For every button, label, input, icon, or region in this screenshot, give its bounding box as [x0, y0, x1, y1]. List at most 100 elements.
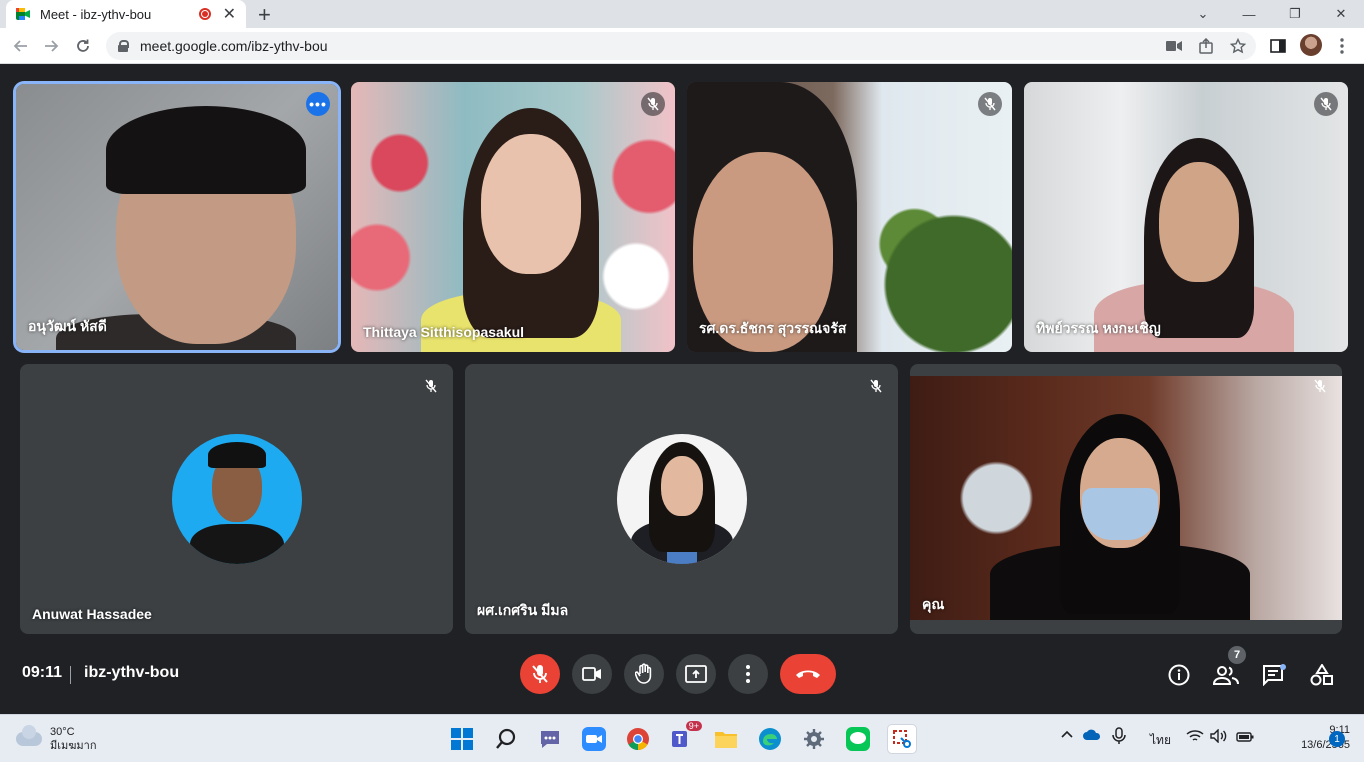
people-icon [1213, 666, 1239, 685]
teams-app-button[interactable]: 9+ [668, 721, 702, 753]
zoom-icon [582, 727, 606, 751]
arrow-left-icon [13, 40, 27, 52]
volume-icon[interactable] [1210, 728, 1228, 746]
notification-badge[interactable]: 1 [1329, 731, 1345, 747]
avatar [171, 434, 302, 564]
show-hidden-icons-button[interactable] [1060, 727, 1074, 744]
teams-chat-icon [541, 731, 559, 748]
present-screen-button[interactable] [676, 654, 716, 694]
cloud-icon [16, 725, 42, 746]
close-window-button[interactable]: ✕ [1318, 0, 1364, 28]
participant-tile[interactable]: ••• อนุวัฒน์ หัสดี [16, 84, 338, 350]
participant-tile[interactable]: คุณ [910, 364, 1342, 634]
muted-mic-icon [419, 374, 443, 398]
reload-button[interactable] [70, 33, 96, 59]
participant-tile[interactable]: Thittaya Sitthisopasakul [351, 82, 675, 352]
more-vert-icon [746, 665, 750, 683]
shapes-icon [1310, 664, 1333, 686]
input-language[interactable]: ไทย [1150, 731, 1171, 750]
chat-button[interactable] [1261, 662, 1287, 688]
browser-toolbar: meet.google.com/ibz-ythv-bou [0, 28, 1364, 64]
participant-name: ทิพย์วรรณ หงกะเชิญ [1036, 320, 1161, 336]
meeting-details-button[interactable] [1166, 662, 1192, 688]
camera-icon [582, 667, 601, 681]
weather-widget[interactable]: 30°C มีเมฆมาก [16, 725, 97, 753]
snipping-tool-icon [893, 730, 911, 748]
info-icon [1168, 664, 1190, 686]
muted-mic-icon [1308, 374, 1332, 398]
participant-name: Thittaya Sitthisopasakul [363, 324, 525, 340]
line-icon [846, 727, 870, 751]
chat-icon [1263, 664, 1286, 686]
arrow-right-icon [45, 40, 59, 52]
avatar [616, 434, 747, 564]
weather-desc: มีเมฆมาก [50, 740, 97, 752]
recording-indicator-icon [198, 8, 211, 20]
tab-close-icon[interactable]: ✕ [223, 4, 236, 24]
onedrive-icon[interactable] [1082, 729, 1102, 744]
settings-app-button[interactable] [800, 725, 828, 753]
muted-mic-icon [1314, 92, 1338, 116]
participant-name: คุณ [922, 596, 945, 612]
forward-button[interactable] [38, 33, 64, 59]
back-button[interactable] [8, 33, 34, 59]
windows-logo-icon [451, 728, 473, 750]
tab-meet[interactable]: Meet - ibz-ythv-bou ✕ [6, 0, 246, 28]
raise-hand-button[interactable] [624, 654, 664, 694]
participant-name: ผศ.เกศริน มีมล [477, 602, 569, 618]
windows-taskbar: 30°C มีเมฆมาก 9+ ไทย 9:11 13/6/2565 1 [0, 714, 1364, 762]
participant-tile[interactable]: รศ.ดร.ธัชกร สุวรรณจรัส [687, 82, 1012, 352]
minimize-button[interactable]: — [1226, 0, 1272, 28]
mic-off-icon [532, 665, 548, 683]
lock-icon [118, 40, 129, 52]
bookmark-star-icon[interactable] [1228, 36, 1248, 56]
chrome-app-button[interactable] [624, 725, 652, 753]
side-panel-icon[interactable] [1268, 36, 1288, 56]
search-icon [496, 728, 516, 749]
battery-icon[interactable] [1236, 731, 1254, 745]
muted-mic-icon [978, 92, 1002, 116]
zoom-app-button[interactable] [580, 725, 608, 753]
snipping-tool-button[interactable] [888, 725, 916, 753]
microphone-in-use-icon[interactable] [1112, 727, 1126, 748]
chrome-menu-icon[interactable] [1332, 36, 1352, 56]
present-icon [685, 665, 707, 683]
restore-button[interactable]: ❐ [1272, 0, 1318, 28]
line-app-button[interactable] [844, 725, 872, 753]
meeting-controls-bar: 09:11 ibz-ythv-bou [0, 640, 1364, 712]
muted-mic-icon [641, 92, 665, 116]
leave-call-button[interactable] [780, 654, 836, 694]
camera-in-use-icon[interactable] [1164, 36, 1184, 56]
muted-mic-icon [864, 374, 888, 398]
profile-avatar[interactable] [1300, 34, 1322, 56]
chat-app-button[interactable] [536, 725, 564, 753]
weather-temp: 30°C [50, 726, 75, 738]
tab-search-button[interactable]: ⌄ [1180, 0, 1226, 28]
wifi-icon[interactable] [1186, 729, 1204, 746]
new-tab-button[interactable]: + [258, 2, 271, 28]
more-options-icon[interactable]: ••• [306, 92, 330, 116]
participant-tile[interactable]: ผศ.เกศริน มีมล [465, 364, 898, 634]
participant-name: อนุวัฒน์ หัสดี [28, 318, 107, 334]
file-explorer-button[interactable] [712, 725, 740, 753]
google-meet-icon [16, 8, 30, 20]
camera-toggle-button[interactable] [572, 654, 612, 694]
address-bar[interactable]: meet.google.com/ibz-ythv-bou [106, 32, 1256, 60]
more-options-button[interactable] [728, 654, 768, 694]
tab-strip: Meet - ibz-ythv-bou ✕ + ⌄ — ❐ ✕ [0, 0, 1364, 28]
activities-button[interactable] [1309, 662, 1335, 688]
microphone-toggle-button[interactable] [520, 654, 560, 694]
reload-icon [77, 39, 89, 52]
folder-icon [715, 732, 737, 748]
meeting-time: 09:11 [22, 664, 63, 681]
share-icon[interactable] [1196, 36, 1216, 56]
start-button[interactable] [448, 725, 476, 753]
participant-tile[interactable]: Anuwat Hassadee [20, 364, 453, 634]
gear-icon [804, 729, 824, 749]
divider [70, 666, 71, 684]
search-button[interactable] [492, 725, 520, 753]
show-everyone-button[interactable] [1213, 662, 1239, 688]
participant-name: Anuwat Hassadee [32, 606, 152, 622]
edge-app-button[interactable] [756, 725, 784, 753]
participant-tile[interactable]: ทิพย์วรรณ หงกะเชิญ [1024, 82, 1348, 352]
